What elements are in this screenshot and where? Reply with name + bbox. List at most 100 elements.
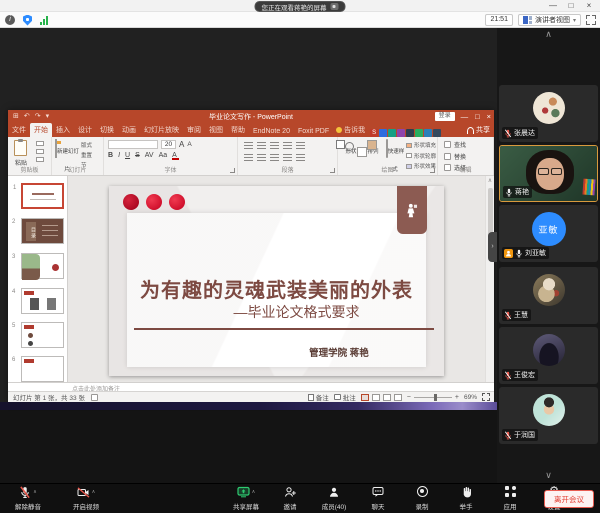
font-size-combobox[interactable]: 20: [161, 140, 176, 149]
addin-icon[interactable]: [424, 129, 432, 137]
align-right-icon[interactable]: [270, 154, 279, 162]
chevron-up-icon[interactable]: ∧: [92, 489, 96, 495]
undo-icon[interactable]: ↶: [24, 110, 30, 123]
scroll-up-icon[interactable]: ∧: [486, 176, 494, 186]
strikethrough-button[interactable]: S: [135, 152, 140, 159]
columns-icon[interactable]: [296, 154, 305, 162]
find-button[interactable]: 查找: [444, 140, 466, 149]
leave-meeting-button[interactable]: 离开会议: [544, 490, 594, 508]
grow-font-icon[interactable]: A: [179, 140, 184, 149]
bullets-icon[interactable]: [244, 142, 253, 150]
change-case-button[interactable]: Aa: [159, 152, 168, 159]
justify-icon[interactable]: [283, 154, 292, 162]
zoom-slider-thumb[interactable]: [434, 394, 437, 401]
record-button[interactable]: 录制: [404, 486, 440, 511]
shape-outline-button[interactable]: 形状轮廓: [406, 152, 436, 160]
fit-slide-icon[interactable]: [482, 393, 490, 401]
tab-endnote[interactable]: EndNote 20: [249, 126, 294, 137]
network-signal-icon[interactable]: [40, 16, 48, 25]
tab-file[interactable]: 文件: [8, 123, 30, 137]
members-button[interactable]: 成员(40): [316, 486, 352, 511]
panel-expand-tab[interactable]: ›: [488, 232, 497, 262]
arrange-button[interactable]: 排列: [362, 140, 384, 158]
tellme-button[interactable]: 告诉我: [333, 123, 368, 137]
addin-icon[interactable]: [397, 129, 405, 137]
participant-tile[interactable]: 张晨达: [499, 85, 598, 142]
zoom-slider[interactable]: [414, 397, 452, 398]
slide-thumbnail-2[interactable]: 2目录: [21, 218, 64, 244]
chat-button[interactable]: 聊天: [360, 486, 396, 511]
reading-view-icon[interactable]: [383, 394, 391, 401]
view-mode-button[interactable]: 演讲者视图 ▾: [518, 14, 581, 26]
ppt-signin-button[interactable]: 登录: [435, 112, 455, 121]
scroll-down-chevron[interactable]: ∨: [497, 470, 600, 481]
tab-home[interactable]: 开始: [30, 123, 52, 137]
zoom-percentage[interactable]: 69%: [464, 394, 477, 401]
slide-thumbnail-6[interactable]: 6: [21, 356, 64, 382]
tab-design[interactable]: 设计: [74, 123, 96, 137]
ppt-maximize-button[interactable]: □: [475, 110, 480, 123]
scroll-up-chevron[interactable]: ∧: [497, 29, 600, 40]
bold-button[interactable]: B: [108, 152, 113, 159]
addin-icon[interactable]: [406, 129, 414, 137]
raise-hand-button[interactable]: 举手: [448, 486, 484, 511]
tab-transitions[interactable]: 切换: [96, 123, 118, 137]
redo-icon[interactable]: ↷: [35, 110, 41, 123]
minimize-button[interactable]: —: [546, 0, 560, 12]
ppt-share-button[interactable]: 共享: [467, 125, 490, 135]
slide-thumbnail-5[interactable]: 5: [21, 322, 64, 348]
italic-button[interactable]: I: [118, 152, 120, 159]
close-button[interactable]: ×: [582, 0, 596, 12]
addin-icon[interactable]: [415, 129, 423, 137]
sorter-view-icon[interactable]: [372, 394, 380, 401]
maximize-button[interactable]: □: [564, 0, 578, 12]
numbering-icon[interactable]: [257, 142, 266, 150]
share-screen-button[interactable]: ∧ 共享屏幕: [228, 486, 264, 511]
apps-button[interactable]: 应用: [492, 486, 528, 511]
tab-foxit[interactable]: Foxit PDF: [294, 126, 333, 137]
reset-button[interactable]: 重置: [81, 151, 92, 159]
align-center-icon[interactable]: [257, 154, 266, 162]
tab-review[interactable]: 审阅: [183, 123, 205, 137]
tab-slideshow[interactable]: 幻灯片放映: [140, 123, 183, 137]
participant-tile[interactable]: 王慧: [499, 267, 598, 324]
participant-tile[interactable]: 王俊宏: [499, 327, 598, 384]
chevron-up-icon[interactable]: ∧: [33, 489, 37, 495]
char-spacing-button[interactable]: AV: [145, 152, 154, 159]
underline-button[interactable]: U: [125, 152, 130, 159]
start-video-button[interactable]: ∧ 开启视频: [68, 486, 104, 511]
unmute-button[interactable]: ∧ 解除静音: [10, 486, 46, 511]
layout-button[interactable]: 版式: [81, 141, 92, 149]
fullscreen-icon[interactable]: [586, 15, 596, 25]
align-left-icon[interactable]: [244, 154, 253, 162]
ppt-close-button[interactable]: ×: [487, 110, 491, 123]
paste-icon[interactable]: [14, 140, 27, 156]
slideshow-view-icon[interactable]: [394, 394, 402, 401]
comments-toggle[interactable]: 批注: [334, 392, 356, 402]
zoom-in-icon[interactable]: +: [455, 394, 459, 401]
font-name-combobox[interactable]: [108, 140, 158, 149]
ppt-notes-pane[interactable]: 点击此处添加备注: [8, 382, 494, 391]
shape-fill-button[interactable]: 形状填充: [406, 141, 436, 149]
addin-icon[interactable]: [379, 129, 387, 137]
tab-animations[interactable]: 动画: [118, 123, 140, 137]
info-icon[interactable]: i: [5, 15, 15, 25]
line-spacing-icon[interactable]: [296, 142, 305, 150]
shrink-font-icon[interactable]: A: [187, 141, 191, 148]
zoom-out-icon[interactable]: −: [407, 394, 411, 401]
shield-icon[interactable]: [23, 15, 32, 26]
participant-tile[interactable]: 于润国: [499, 387, 598, 444]
addin-icon[interactable]: [433, 129, 441, 137]
replace-button[interactable]: 替换: [444, 152, 466, 161]
current-slide[interactable]: 为有趣的灵魂武装美丽的外表 —毕业论文格式要求 管理学院 蒋艳: [109, 186, 444, 376]
ppt-vertical-scrollbar[interactable]: ∧: [485, 176, 494, 382]
qat-dropdown-icon[interactable]: ▾: [46, 110, 50, 123]
participant-tile[interactable]: 亚敏 刘亚敏: [499, 205, 598, 262]
save-icon[interactable]: ⊞: [13, 110, 19, 123]
ppt-minimize-button[interactable]: —: [461, 110, 469, 123]
slide-thumbnail-3[interactable]: 3: [21, 253, 64, 279]
tab-insert[interactable]: 插入: [52, 123, 74, 137]
tab-help[interactable]: 帮助: [227, 123, 249, 137]
cut-copy-painter-icons[interactable]: [36, 141, 44, 162]
endnote-addin-icon[interactable]: S: [370, 129, 378, 137]
